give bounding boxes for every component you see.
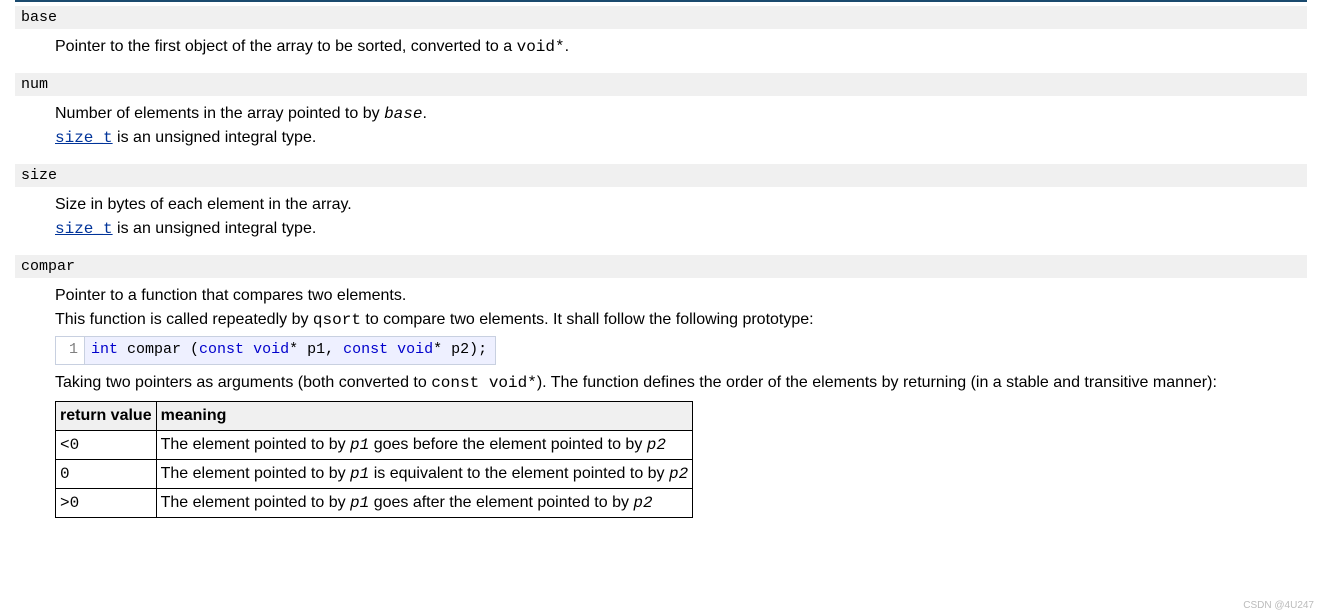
text: . bbox=[422, 105, 426, 122]
code-text: compar ( bbox=[118, 341, 199, 358]
param-base-desc: Pointer to the first object of the array… bbox=[55, 35, 1307, 59]
cell-meaning: The element pointed to by p1 goes before… bbox=[156, 430, 693, 459]
code-italic: p1 bbox=[350, 465, 369, 483]
parameter-list: base Pointer to the first object of the … bbox=[0, 6, 1322, 542]
text: The element pointed to by bbox=[161, 436, 350, 453]
keyword: int bbox=[91, 341, 118, 358]
code-text: * p1, bbox=[289, 341, 343, 358]
code-italic: base bbox=[384, 105, 422, 123]
table-row: <0 The element pointed to by p1 goes bef… bbox=[56, 430, 693, 459]
text: goes before the element pointed to by bbox=[369, 436, 647, 453]
table-row: >0 The element pointed to by p1 goes aft… bbox=[56, 488, 693, 517]
param-num-name: num bbox=[15, 73, 1307, 96]
size-t-link[interactable]: size_t bbox=[55, 129, 113, 147]
top-rule bbox=[15, 0, 1307, 2]
text: is an unsigned integral type. bbox=[113, 220, 317, 237]
code-italic: p1 bbox=[350, 494, 369, 512]
cell-value: 0 bbox=[56, 459, 157, 488]
param-size-desc: Size in bytes of each element in the arr… bbox=[55, 193, 1307, 241]
text: The element pointed to by bbox=[161, 494, 350, 511]
code-italic: p2 bbox=[633, 494, 652, 512]
text: goes after the element pointed to by bbox=[369, 494, 633, 511]
return-value-table: return value meaning <0 The element poin… bbox=[55, 401, 693, 518]
param-num-desc: Number of elements in the array pointed … bbox=[55, 102, 1307, 150]
line-number: 1 bbox=[56, 337, 85, 364]
text: . bbox=[565, 38, 569, 55]
text: ). The function defines the order of the… bbox=[537, 374, 1217, 391]
keyword: void bbox=[397, 341, 433, 358]
table-header-row: return value meaning bbox=[56, 401, 693, 430]
keyword: const bbox=[199, 341, 244, 358]
size-t-link[interactable]: size_t bbox=[55, 220, 113, 238]
code-italic: p1 bbox=[350, 436, 369, 454]
code-text: * p2); bbox=[433, 341, 487, 358]
prototype-codebox: 1int compar (const void* p1, const void*… bbox=[55, 336, 496, 365]
text: Taking two pointers as arguments (both c… bbox=[55, 374, 431, 391]
table-row: 0 The element pointed to by p1 is equiva… bbox=[56, 459, 693, 488]
cell-value: <0 bbox=[56, 430, 157, 459]
text: is an unsigned integral type. bbox=[113, 129, 317, 146]
keyword: const bbox=[343, 341, 388, 358]
col-return-value: return value bbox=[56, 401, 157, 430]
col-meaning: meaning bbox=[156, 401, 693, 430]
text: This function is called repeatedly by bbox=[55, 311, 313, 328]
text: to compare two elements. It shall follow… bbox=[361, 311, 814, 328]
code-text bbox=[388, 341, 397, 358]
cell-meaning: The element pointed to by p1 is equivale… bbox=[156, 459, 693, 488]
keyword: void bbox=[253, 341, 289, 358]
code-line: int compar (const void* p1, const void* … bbox=[85, 337, 495, 364]
watermark: CSDN @4U247 bbox=[1243, 600, 1314, 611]
code-inline: qsort bbox=[313, 311, 361, 329]
code-inline: void* bbox=[517, 38, 565, 56]
text: The element pointed to by bbox=[161, 465, 350, 482]
code-italic: p2 bbox=[647, 436, 666, 454]
text: Size in bytes of each element in the arr… bbox=[55, 196, 352, 213]
cell-meaning: The element pointed to by p1 goes after … bbox=[156, 488, 693, 517]
param-size-name: size bbox=[15, 164, 1307, 187]
text: Pointer to the first object of the array… bbox=[55, 38, 517, 55]
text: is equivalent to the element pointed to … bbox=[369, 465, 669, 482]
text: Number of elements in the array pointed … bbox=[55, 105, 384, 122]
code-italic: p2 bbox=[669, 465, 688, 483]
code-inline: const void* bbox=[431, 374, 537, 392]
text: Pointer to a function that compares two … bbox=[55, 287, 406, 304]
param-compar-name: compar bbox=[15, 255, 1307, 278]
cell-value: >0 bbox=[56, 488, 157, 517]
code-text bbox=[244, 341, 253, 358]
param-base-name: base bbox=[15, 6, 1307, 29]
param-compar-desc: Pointer to a function that compares two … bbox=[55, 284, 1307, 518]
